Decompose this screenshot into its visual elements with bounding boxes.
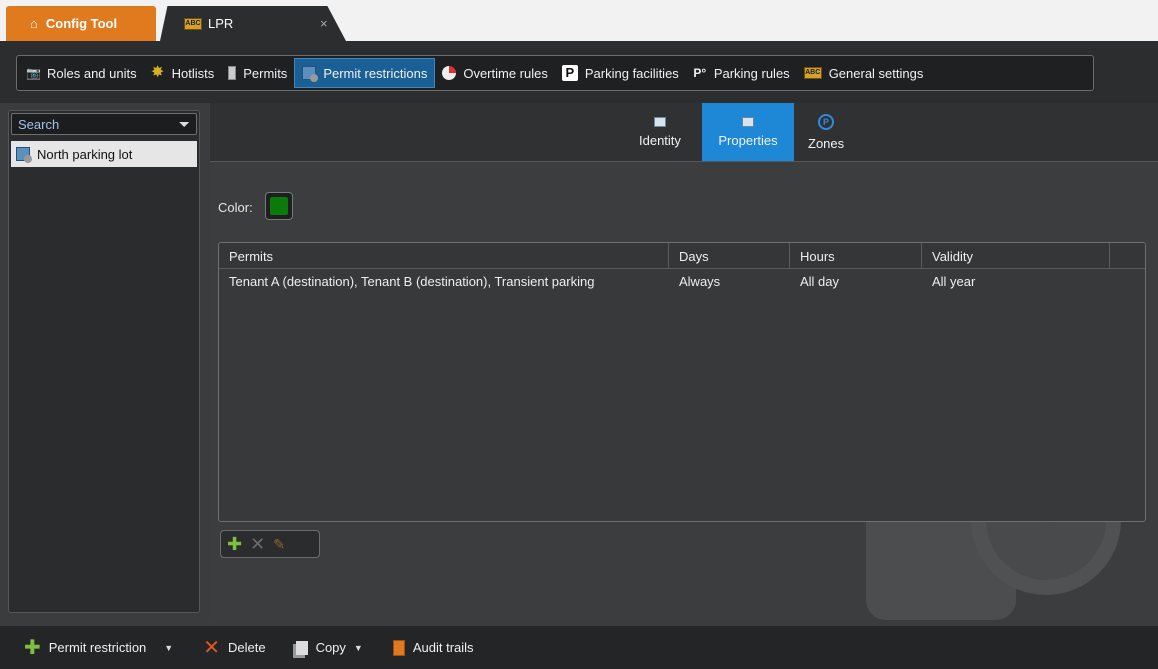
overtime-icon — [442, 66, 457, 80]
task-toolbar: 📷 Roles and units ✸ Hotlists Permits Per… — [16, 55, 1094, 91]
cell-hours: All day — [800, 273, 840, 289]
tree-item-north-parking-lot[interactable]: North parking lot — [11, 141, 197, 167]
audit-trails-icon — [392, 639, 405, 656]
toolbar-permits[interactable]: Permits — [221, 58, 294, 88]
home-icon: ⌂ — [30, 16, 38, 31]
toolbar-roles-and-units[interactable]: 📷 Roles and units — [19, 58, 144, 88]
copy-button[interactable]: Copy ▼ — [295, 640, 363, 655]
toolbar-parking-facilities[interactable]: P Parking facilities — [555, 58, 686, 88]
lpr-plate-icon: ABC — [184, 17, 202, 30]
toolbar-label: Roles and units — [47, 65, 137, 81]
table-row[interactable]: Tenant A (destination), Tenant B (destin… — [219, 269, 1145, 293]
lpr-tab[interactable]: ABC LPR × — [160, 6, 346, 41]
toolbar-permit-restrictions[interactable]: Permit restrictions — [294, 58, 436, 88]
tab-properties[interactable]: Properties — [702, 103, 794, 161]
close-icon[interactable]: × — [320, 16, 328, 31]
permit-restriction-icon — [16, 147, 32, 163]
column-header-hours[interactable]: Hours — [790, 243, 922, 269]
column-header-permits[interactable]: Permits — [219, 243, 669, 269]
permit-restriction-icon — [302, 66, 319, 82]
table-row-actions: ✚ ✕ ✎ — [220, 530, 320, 558]
chevron-down-icon: ▼ — [353, 642, 363, 653]
toolbar-hotlists[interactable]: ✸ Hotlists — [144, 58, 222, 88]
app-tab-label: Config Tool — [45, 16, 118, 31]
add-permit-restriction-button[interactable]: ✚ Permit restriction ▼ — [24, 638, 173, 658]
tab-identity[interactable]: Identity — [627, 103, 693, 161]
tab-label: Zones — [808, 135, 845, 151]
toolbar-label: Permit restrictions — [323, 65, 428, 81]
cell-days: Always — [679, 273, 721, 289]
toolbar-general-settings[interactable]: ABC General settings — [797, 58, 931, 88]
audit-label: Audit trails — [412, 640, 474, 655]
toolbar-parking-rules[interactable]: P° Parking rules — [686, 58, 797, 88]
bottom-action-bar: ✚ Permit restriction ▼ ✕ Delete Copy ▼ A… — [0, 626, 1158, 669]
filter-icon[interactable]: ⏷ — [179, 116, 190, 133]
tab-label: Identity — [639, 132, 681, 148]
copy-icon — [295, 640, 308, 655]
identity-card-icon — [653, 116, 666, 127]
color-label: Color: — [218, 200, 253, 215]
toolbar-label: General settings — [828, 65, 924, 81]
lpr-plate-icon: ABC — [803, 67, 822, 79]
color-picker[interactable] — [265, 192, 293, 220]
toolbar-label: Parking facilities — [584, 65, 679, 81]
toolbar-label: Parking rules — [713, 65, 790, 81]
delete-row-icon[interactable]: ✕ — [250, 535, 265, 553]
copy-label: Copy — [315, 640, 346, 655]
toolbar-overtime-rules[interactable]: Overtime rules — [435, 58, 555, 88]
table-header: Permits Days Hours Validity — [219, 243, 1145, 269]
cell-permits: Tenant A (destination), Tenant B (destin… — [229, 273, 595, 289]
tab-label: Properties — [718, 132, 778, 148]
properties-icon — [742, 116, 754, 127]
tab-zones[interactable]: P Zones — [796, 103, 856, 161]
search-input[interactable] — [18, 116, 158, 132]
chevron-down-icon[interactable]: ▼ — [164, 643, 173, 653]
delete-button[interactable]: ✕ Delete — [203, 638, 265, 658]
delete-x-icon: ✕ — [203, 636, 220, 659]
audit-trails-button[interactable]: Audit trails — [392, 639, 474, 656]
permits-table: Permits Days Hours Validity Tenant A (de… — [218, 242, 1146, 522]
hotlist-star-icon: ✸ — [150, 64, 165, 81]
delete-label: Delete — [227, 640, 266, 655]
plus-icon: ✚ — [24, 636, 41, 659]
entity-tree-panel: ⏷ North parking lot — [8, 110, 200, 613]
add-label: Permit restriction — [48, 640, 147, 655]
column-header-validity[interactable]: Validity — [922, 243, 1110, 269]
config-tool-tab[interactable]: ⌂ Config Tool — [6, 6, 156, 41]
add-row-icon[interactable]: ✚ — [227, 535, 242, 553]
doc-tab-label: LPR — [208, 16, 234, 31]
permit-icon — [228, 66, 237, 80]
camera-icon: 📷 — [26, 66, 41, 80]
edit-row-icon[interactable]: ✎ — [273, 535, 285, 553]
toolbar-label: Overtime rules — [463, 65, 548, 81]
cell-validity: All year — [932, 273, 976, 289]
parking-p-icon: P — [561, 65, 578, 81]
parking-rules-icon: P° — [693, 66, 707, 80]
color-swatch-fill — [270, 197, 288, 215]
search-box[interactable]: ⏷ — [11, 113, 197, 135]
toolbar-label: Hotlists — [171, 65, 215, 81]
tree-item-label: North parking lot — [37, 146, 133, 162]
column-header-days[interactable]: Days — [669, 243, 790, 269]
toolbar-label: Permits — [243, 65, 288, 81]
zones-p-icon: P — [818, 113, 835, 130]
